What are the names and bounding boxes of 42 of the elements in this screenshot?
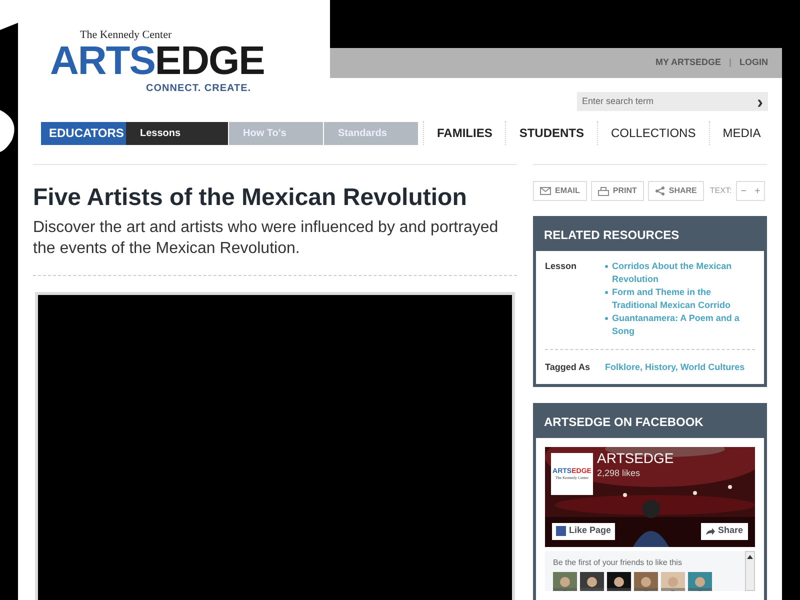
field-label: Tagged As bbox=[545, 361, 592, 374]
field-label: Lesson bbox=[545, 260, 578, 273]
scrollbar[interactable] bbox=[745, 550, 755, 590]
share-arrow-icon bbox=[706, 528, 715, 534]
share-tool-button[interactable]: EMAIL bbox=[533, 181, 587, 201]
nav-link[interactable]: STUDENTS bbox=[505, 121, 598, 145]
search-field[interactable]: Enter search term › bbox=[577, 92, 768, 111]
page-name[interactable]: ARTSEDGE bbox=[597, 450, 674, 464]
share-button[interactable]: Share bbox=[700, 522, 748, 540]
search-button[interactable]: › bbox=[757, 92, 763, 110]
envelope-icon bbox=[540, 187, 551, 195]
video-player[interactable] bbox=[35, 292, 515, 600]
bullet-icon bbox=[605, 265, 608, 268]
panel-title: ARTSEDGE ON FACEBOOK bbox=[543, 414, 704, 430]
nav-link[interactable]: FAMILIES bbox=[423, 121, 506, 145]
header-link[interactable]: LOGIN bbox=[740, 56, 768, 70]
like-page-button[interactable]: Like Page bbox=[552, 522, 616, 540]
nav-link[interactable]: COLLECTIONS bbox=[597, 121, 709, 145]
subnav-tab[interactable]: Lessons bbox=[126, 122, 229, 144]
share-icon bbox=[654, 186, 665, 196]
bullet-icon bbox=[605, 317, 608, 320]
facebook-icon bbox=[556, 526, 566, 536]
likes-count: 2,298 likes bbox=[597, 468, 640, 478]
article-title: Five Artists of the Mexican Revolution bbox=[33, 183, 468, 213]
logo-wordmark[interactable]: ARTSEDGE bbox=[50, 41, 264, 81]
friends-text: Be the first of your friends to like this bbox=[553, 556, 683, 568]
logo-tagline: CONNECT. CREATE. bbox=[145, 84, 252, 94]
increase-text-button[interactable]: + bbox=[750, 182, 764, 200]
share-tool-button[interactable]: PRINT bbox=[590, 181, 644, 201]
share-tool-button[interactable]: SHARE bbox=[648, 181, 704, 201]
logo-org-name: The Kennedy Center bbox=[79, 30, 173, 41]
scroll-up-icon bbox=[747, 554, 753, 558]
article-summary: Discover the art and artists who were influenced by and portrayed the events of the Mexican Revolution. bbox=[33, 218, 500, 259]
educators-tab[interactable]: EDUCATORS bbox=[41, 122, 126, 144]
text-size-label: TEXT: bbox=[710, 185, 732, 197]
decrease-text-button[interactable]: − bbox=[736, 182, 751, 200]
bullet-icon bbox=[605, 291, 608, 294]
nav-link[interactable]: MEDIA bbox=[708, 121, 774, 145]
separator-text: | bbox=[728, 56, 732, 70]
header-link[interactable]: MY ARTSEDGE bbox=[655, 56, 721, 70]
printer-icon bbox=[598, 186, 609, 196]
panel-title: RELATED RESOURCES bbox=[543, 227, 680, 244]
